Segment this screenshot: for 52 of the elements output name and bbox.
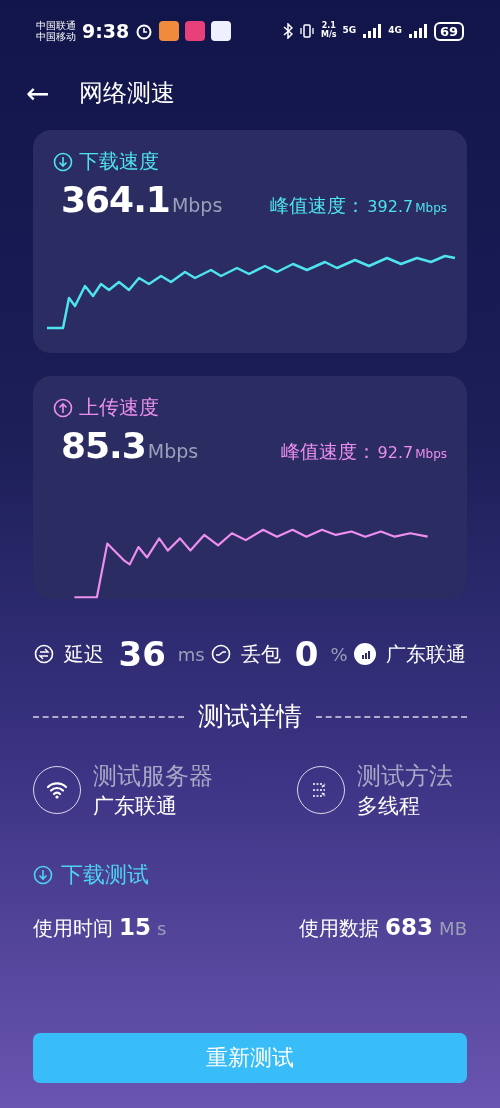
detail-label: 测试方法 bbox=[357, 761, 453, 792]
usage-value: 15 bbox=[119, 914, 151, 940]
latency-icon bbox=[34, 644, 55, 664]
alarm-icon bbox=[135, 22, 154, 40]
signal-bars-icon bbox=[362, 24, 383, 38]
packet-loss-icon bbox=[210, 644, 231, 664]
network-speed: M/s bbox=[320, 31, 337, 40]
usage-unit: s bbox=[157, 918, 167, 939]
back-button[interactable]: ← bbox=[26, 76, 50, 110]
stat-label: 丢包 bbox=[240, 640, 281, 668]
upload-icon bbox=[53, 397, 73, 418]
signal-bars-icon bbox=[407, 24, 428, 38]
page-title: 网络测速 bbox=[79, 78, 176, 109]
section-title: 测试详情 bbox=[198, 700, 302, 733]
detail-value: 广东联通 bbox=[93, 793, 178, 820]
peak-label: 峰值速度： bbox=[270, 193, 366, 218]
carrier-name: 中国移动 bbox=[36, 31, 76, 42]
download-icon bbox=[53, 151, 73, 172]
usage-value: 683 bbox=[385, 914, 434, 940]
speed-value: 85.3 bbox=[61, 425, 146, 466]
network-speed: 2.1 bbox=[321, 22, 336, 31]
download-icon bbox=[33, 865, 53, 885]
network-type: 5G bbox=[342, 26, 357, 36]
battery-level: 69 bbox=[433, 21, 464, 41]
usage-label: 使用时间 bbox=[33, 915, 113, 942]
carrier-name: 中国联通 bbox=[36, 20, 76, 31]
peak-value: 92.7 bbox=[377, 443, 414, 462]
vibrate-icon bbox=[298, 23, 315, 39]
usage-unit: MB bbox=[439, 918, 467, 939]
section-title: 下载测试 bbox=[61, 861, 149, 889]
speed-unit: Mbps bbox=[171, 194, 223, 216]
usage-label: 使用数据 bbox=[299, 915, 380, 942]
speed-value: 364.1 bbox=[61, 179, 170, 220]
card-title: 上传速度 bbox=[79, 394, 159, 421]
peak-value: 392.7 bbox=[367, 197, 414, 216]
detail-label: 测试服务器 bbox=[93, 761, 213, 792]
stat-unit: % bbox=[330, 643, 348, 665]
stat-label: 广东联通 bbox=[385, 640, 466, 668]
speed-unit: Mbps bbox=[147, 440, 199, 462]
card-title: 下载速度 bbox=[79, 148, 159, 175]
stat-label: 延迟 bbox=[64, 640, 105, 668]
network-type: 4G bbox=[388, 26, 402, 36]
peak-unit: Mbps bbox=[415, 447, 447, 461]
stat-value: 36 bbox=[118, 634, 166, 674]
bluetooth-icon bbox=[282, 23, 293, 39]
signal-icon bbox=[353, 643, 376, 665]
stat-value: 0 bbox=[294, 634, 319, 674]
peak-label: 峰值速度： bbox=[280, 439, 376, 464]
detail-value: 多线程 bbox=[357, 793, 421, 820]
peak-unit: Mbps bbox=[415, 201, 447, 215]
stat-unit: ms bbox=[177, 643, 205, 665]
clock-time: 9:38 bbox=[82, 20, 130, 42]
